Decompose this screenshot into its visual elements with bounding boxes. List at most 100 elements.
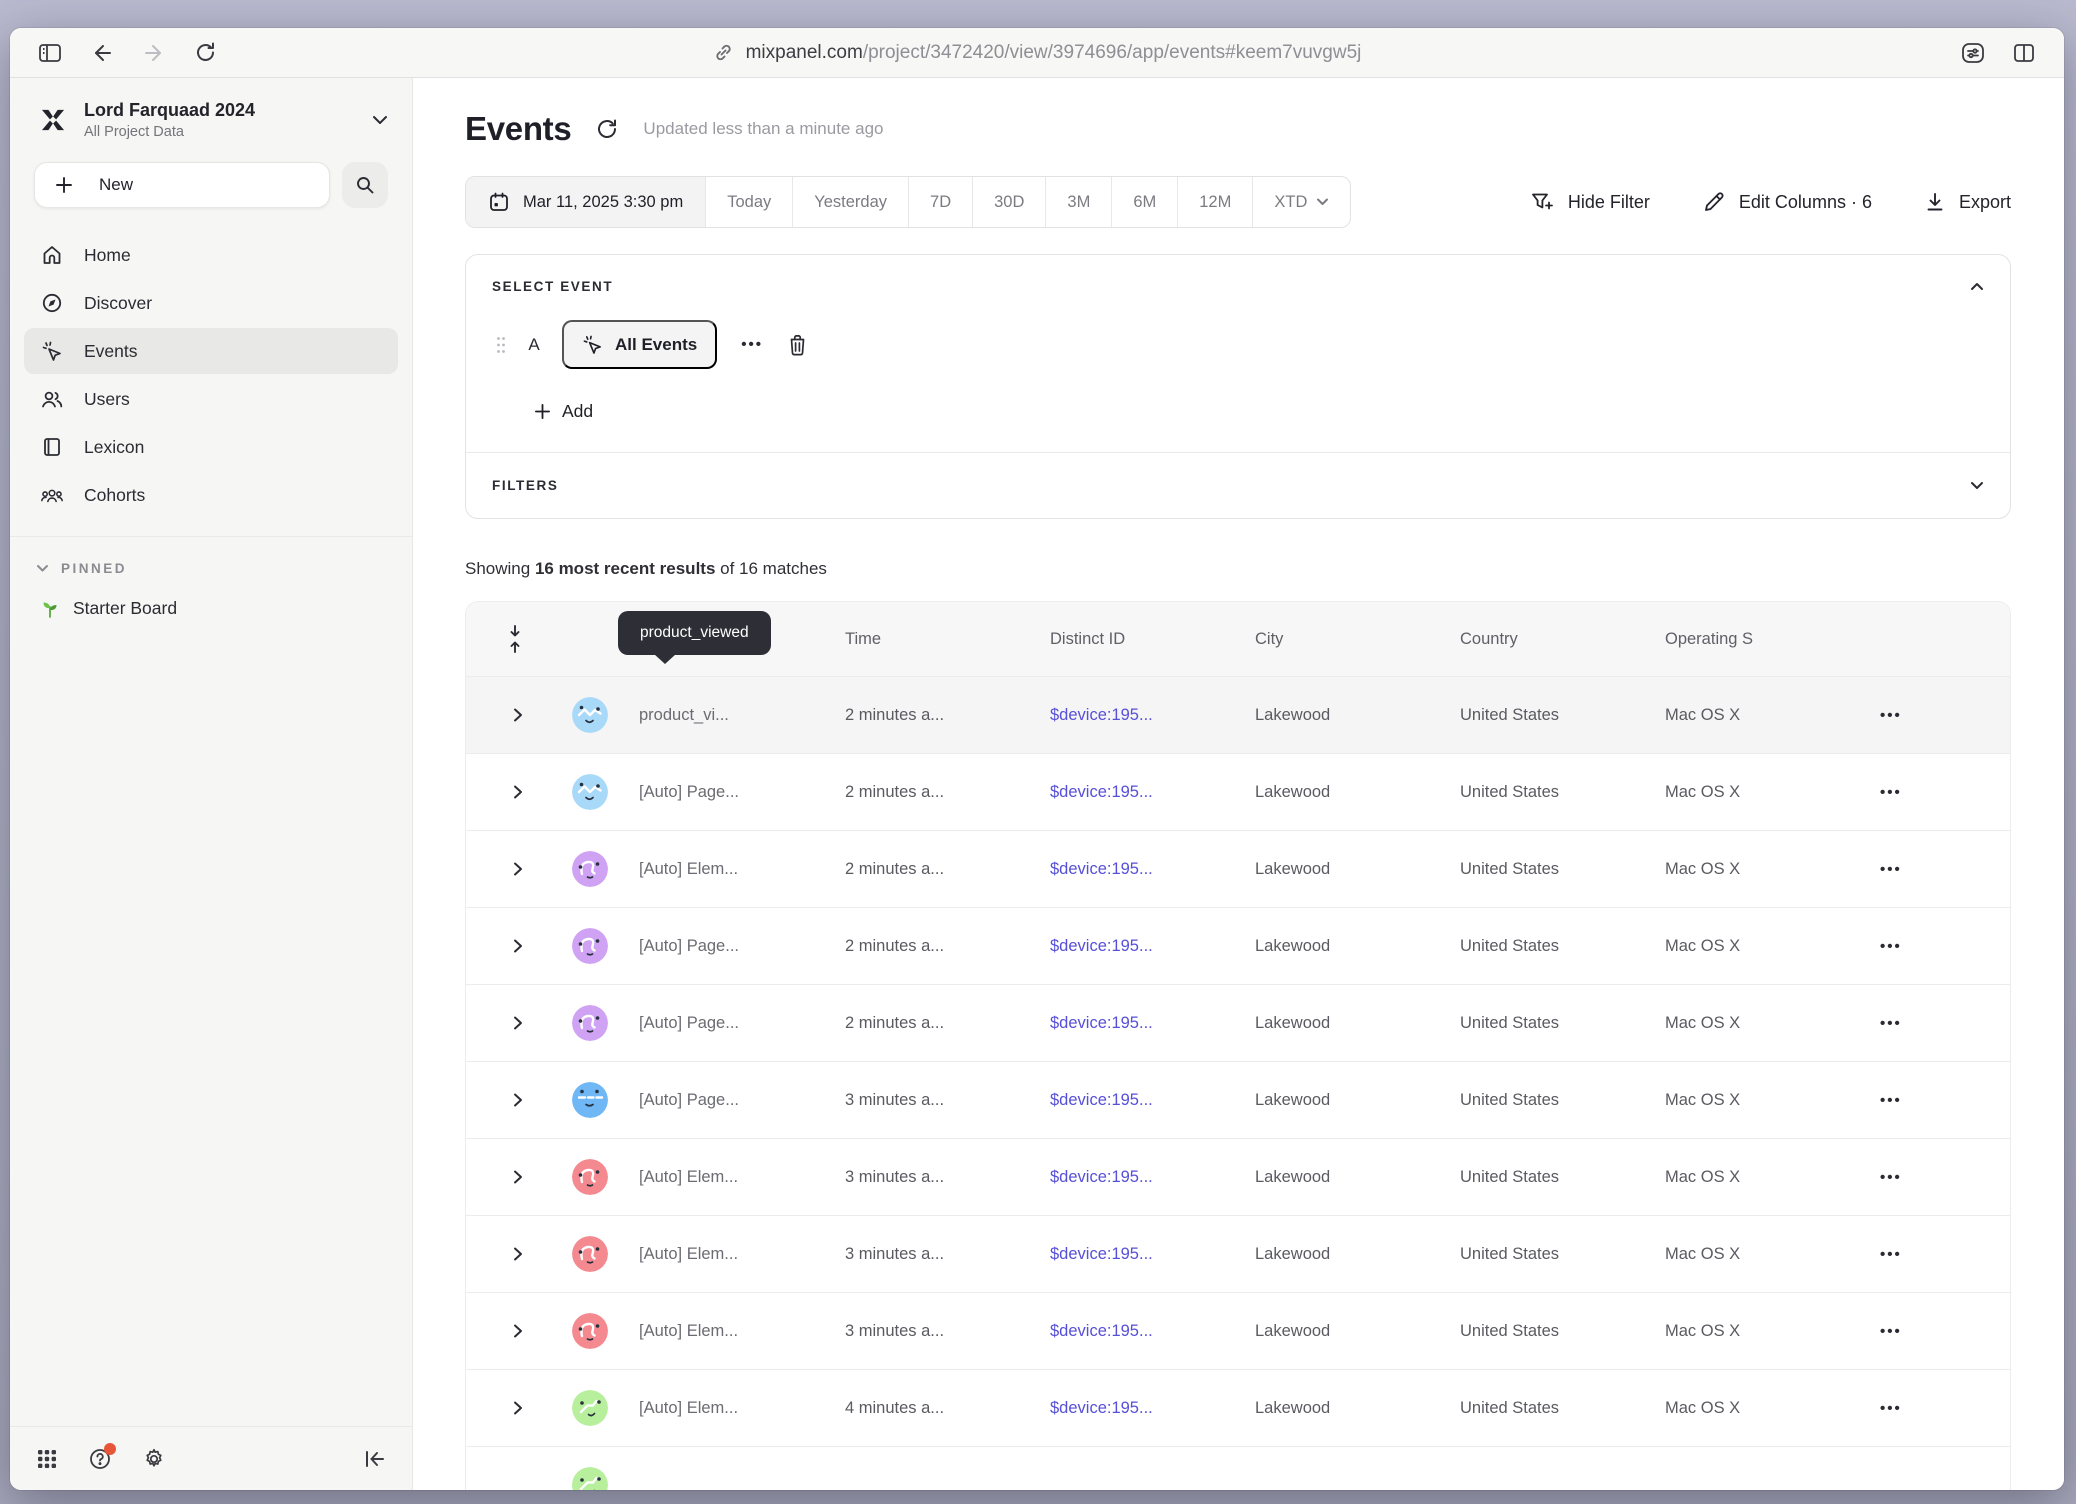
project-switcher[interactable]: Lord Farquaad 2024 All Project Data: [10, 78, 412, 150]
pinned-item-starter-board[interactable]: Starter Board: [10, 584, 412, 633]
forward-icon[interactable]: [142, 42, 166, 64]
distinct-id-link[interactable]: $device:195...: [1050, 860, 1153, 878]
row-city: Lakewood: [1241, 1245, 1446, 1264]
table-row[interactable]: [Auto] Page...2 minutes a...$device:195.…: [466, 907, 2010, 984]
refresh-icon[interactable]: [595, 117, 619, 141]
sidebar-item-home[interactable]: Home: [24, 232, 398, 278]
collapse-sidebar-icon[interactable]: [362, 1449, 386, 1469]
row-expander-icon[interactable]: [466, 707, 546, 723]
table-row[interactable]: [Auto] Elem...3 minutes a...$device:195.…: [466, 1138, 2010, 1215]
sidebar-item-lexicon[interactable]: Lexicon: [24, 424, 398, 470]
column-time[interactable]: Time: [831, 630, 1036, 649]
column-country[interactable]: Country: [1446, 630, 1651, 649]
sidebar-item-cohorts[interactable]: Cohorts: [24, 472, 398, 518]
row-actions-icon[interactable]: •••: [1848, 1400, 2010, 1417]
row-actions-icon[interactable]: •••: [1848, 784, 2010, 801]
edit-columns-button[interactable]: Edit Columns · 6: [1702, 190, 1872, 214]
range-3m[interactable]: 3M: [1045, 177, 1111, 227]
range-yesterday[interactable]: Yesterday: [792, 177, 908, 227]
row-expander-icon[interactable]: [466, 1169, 546, 1185]
settings-gear-icon[interactable]: [142, 1447, 166, 1471]
table-row[interactable]: [Auto] Elem...3 minutes a...$device:195.…: [466, 1215, 2010, 1292]
range-today[interactable]: Today: [705, 177, 792, 227]
range-12m[interactable]: 12M: [1177, 177, 1252, 227]
row-avatar-cell: [546, 697, 616, 733]
hide-filter-button[interactable]: Hide Filter: [1530, 190, 1650, 214]
row-actions-icon[interactable]: •••: [1848, 1169, 2010, 1186]
reader-settings-icon[interactable]: [1960, 41, 1986, 65]
distinct-id-link[interactable]: $device:195...: [1050, 937, 1153, 955]
row-actions-icon[interactable]: •••: [1848, 1092, 2010, 1109]
distinct-id-link[interactable]: $device:195...: [1050, 1091, 1153, 1109]
cohorts-icon: [40, 484, 64, 506]
filter-funnel-icon: [1530, 190, 1555, 214]
table-row[interactable]: [Auto] Elem...4 minutes a...$device:195.…: [466, 1369, 2010, 1446]
sidebar-item-discover[interactable]: Discover: [24, 280, 398, 326]
url-bar[interactable]: mixpanel.com/project/3472420/view/397469…: [713, 42, 1362, 64]
range-6m[interactable]: 6M: [1111, 177, 1177, 227]
distinct-id-link[interactable]: $device:195...: [1050, 1014, 1153, 1032]
table-row[interactable]: [Auto] Elem...3 minutes a...$device:195.…: [466, 1292, 2010, 1369]
row-expander-icon[interactable]: [466, 1092, 546, 1108]
row-expander-icon[interactable]: [466, 861, 546, 877]
column-operating-system[interactable]: Operating S: [1651, 630, 1848, 649]
chevron-down-icon: [1316, 198, 1329, 206]
add-event-button[interactable]: Add: [492, 401, 593, 422]
distinct-id-link[interactable]: $device:195...: [1050, 706, 1153, 724]
edit-columns-label: Edit Columns · 6: [1739, 192, 1872, 213]
new-button[interactable]: New: [34, 162, 330, 208]
row-expander-icon[interactable]: [466, 1323, 546, 1339]
reload-icon[interactable]: [194, 41, 217, 64]
chevron-up-icon[interactable]: [1970, 282, 1984, 291]
row-time: 3 minutes a...: [831, 1091, 1036, 1110]
sidebar-item-users[interactable]: Users: [24, 376, 398, 422]
range-30d[interactable]: 30D: [972, 177, 1045, 227]
column-city[interactable]: City: [1241, 630, 1446, 649]
row-actions-icon[interactable]: •••: [1848, 707, 2010, 724]
row-expander-icon[interactable]: [466, 1246, 546, 1262]
row-expander-icon[interactable]: [466, 938, 546, 954]
row-actions-icon[interactable]: •••: [1848, 938, 2010, 955]
browser-sidebar-toggle-icon[interactable]: [38, 42, 62, 64]
updated-status: Updated less than a minute ago: [643, 119, 883, 139]
export-button[interactable]: Export: [1924, 191, 2011, 214]
apps-grid-icon[interactable]: [36, 1448, 58, 1470]
event-more-options-icon[interactable]: •••: [737, 336, 767, 353]
distinct-id-link[interactable]: $device:195...: [1050, 1322, 1153, 1340]
drag-handle-icon[interactable]: [496, 336, 506, 354]
sidebar-item-events[interactable]: Events: [24, 328, 398, 374]
distinct-id-link[interactable]: $device:195...: [1050, 1399, 1153, 1417]
column-distinct-id[interactable]: Distinct ID: [1036, 630, 1241, 649]
delete-event-icon[interactable]: [787, 333, 808, 356]
sort-order-icon[interactable]: [466, 624, 546, 654]
row-expander-icon[interactable]: [466, 1400, 546, 1416]
search-button[interactable]: [342, 162, 388, 208]
table-row[interactable]: [Auto] Elem...2 minutes a...$device:195.…: [466, 830, 2010, 907]
split-view-icon[interactable]: [2012, 42, 2036, 64]
back-icon[interactable]: [90, 42, 114, 64]
date-picker-button[interactable]: Mar 11, 2025 3:30 pm: [466, 177, 705, 227]
table-row[interactable]: [Auto] Page...3 minutes a...$device:195.…: [466, 1061, 2010, 1138]
distinct-id-link[interactable]: $device:195...: [1050, 1168, 1153, 1186]
users-icon: [40, 388, 64, 410]
chevron-down-icon[interactable]: [1970, 481, 1984, 490]
row-expander-icon[interactable]: [466, 1015, 546, 1031]
row-os: Mac OS X: [1651, 1014, 1848, 1033]
event-avatar: [572, 1390, 608, 1426]
row-country: United States: [1446, 1322, 1651, 1341]
distinct-id-link[interactable]: $device:195...: [1050, 1245, 1153, 1263]
row-expander-icon[interactable]: [466, 784, 546, 800]
table-row[interactable]: [Auto] Page...2 minutes a...$device:195.…: [466, 984, 2010, 1061]
range-xtd[interactable]: XTD: [1252, 177, 1350, 227]
row-actions-icon[interactable]: •••: [1848, 1246, 2010, 1263]
row-actions-icon[interactable]: •••: [1848, 1323, 2010, 1340]
table-row[interactable]: product_vi...2 minutes a...$device:195..…: [466, 676, 2010, 753]
distinct-id-link[interactable]: $device:195...: [1050, 783, 1153, 801]
pinned-section-toggle[interactable]: PINNED: [10, 537, 412, 584]
table-row-partial[interactable]: [466, 1446, 2010, 1490]
row-actions-icon[interactable]: •••: [1848, 861, 2010, 878]
event-selector-chip[interactable]: All Events: [562, 320, 717, 369]
row-actions-icon[interactable]: •••: [1848, 1015, 2010, 1032]
range-7d[interactable]: 7D: [908, 177, 972, 227]
table-row[interactable]: [Auto] Page...2 minutes a...$device:195.…: [466, 753, 2010, 830]
